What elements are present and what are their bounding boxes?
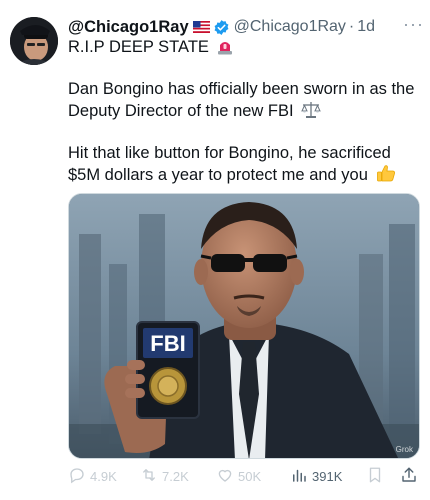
separator-dot: · (348, 18, 355, 35)
fbi-badge-text: FBI (150, 331, 185, 356)
body-line-1: Dan Bongino has officially been sworn in… (68, 80, 415, 98)
grok-watermark: Grok (395, 445, 413, 454)
repost-count: 7.2K (162, 469, 189, 484)
scales-of-justice-icon (301, 101, 321, 125)
bookmark-icon (366, 466, 384, 487)
share-icon (400, 466, 418, 487)
repost-icon (140, 466, 158, 487)
us-flag-icon (192, 21, 210, 33)
handle[interactable]: @Chicago1Ray (234, 18, 346, 36)
like-button[interactable]: 50K (216, 466, 261, 487)
body-line-2-text: Deputy Director of the new FBI (68, 102, 294, 120)
views-chart-icon (290, 466, 308, 487)
views-button[interactable]: 391K (290, 466, 342, 487)
tweet-header: @Chicago1Ray @Chicago1Ray · 1d (68, 16, 420, 38)
body-line-2: Deputy Director of the new FBI (68, 100, 321, 125)
reply-icon (68, 466, 86, 487)
more-options-icon[interactable]: ··· (403, 14, 424, 35)
reply-count: 4.9K (90, 469, 117, 484)
tweet-headline: R.I.P DEEP STATE (68, 36, 233, 61)
avatar[interactable] (10, 17, 58, 65)
tweet[interactable]: @Chicago1Ray @Chicago1Ray · 1d ··· R.I.P… (0, 0, 430, 500)
siren-icon (217, 38, 233, 61)
headline-text: R.I.P DEEP STATE (68, 38, 209, 56)
reply-button[interactable]: 4.9K (68, 466, 117, 487)
body-line-4-text: $5M dollars a year to protect me and you (68, 166, 368, 184)
repost-button[interactable]: 7.2K (140, 466, 189, 487)
timestamp[interactable]: 1d (357, 18, 375, 36)
share-button[interactable] (400, 466, 418, 487)
tweet-actions: 4.9K 7.2K 50K 391K (62, 466, 430, 488)
views-count: 391K (312, 469, 343, 484)
tweet-media-image[interactable]: FBI Grok (68, 193, 420, 459)
bookmark-button[interactable] (366, 466, 384, 487)
verified-badge-icon (213, 19, 230, 36)
body-line-4: $5M dollars a year to protect me and you (68, 164, 396, 189)
body-line-3: Hit that like button for Bongino, he sac… (68, 144, 391, 162)
thumbs-up-icon (376, 164, 396, 189)
display-name[interactable]: @Chicago1Ray (68, 18, 189, 37)
like-count: 50K (238, 469, 262, 484)
heart-icon (216, 466, 234, 487)
